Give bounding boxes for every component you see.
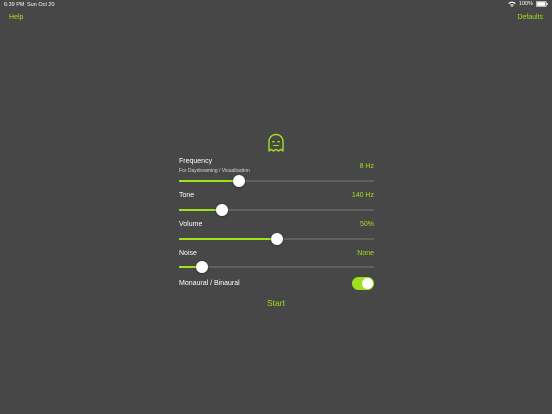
- tone-row: Tone 140 Hz: [179, 192, 374, 217]
- status-time: 6:39 PM: [4, 2, 25, 8]
- volume-row: Volume 50%: [179, 221, 374, 246]
- slider-thumb[interactable]: [196, 261, 209, 273]
- volume-value: 50%: [359, 221, 374, 228]
- status-date: Sun Oct 20: [27, 2, 55, 8]
- mode-row: Monaural / Binaural: [179, 277, 374, 291]
- help-button[interactable]: Help: [9, 14, 23, 21]
- tone-value: 140 Hz: [351, 192, 374, 199]
- frequency-sublabel: For Daydreaming / Visualisation: [179, 168, 250, 174]
- status-right: 100%: [508, 1, 548, 7]
- toggle-knob: [362, 278, 373, 289]
- battery-percent: 100%: [518, 1, 533, 7]
- slider-thumb[interactable]: [270, 233, 283, 245]
- volume-slider[interactable]: [179, 233, 374, 245]
- mode-label: Monaural / Binaural: [179, 280, 240, 287]
- noise-label: Noise: [179, 250, 197, 257]
- binaural-toggle[interactable]: [352, 277, 374, 290]
- start-button[interactable]: Start: [256, 298, 296, 308]
- status-bar: 6:39 PM Sun Oct 20 100%: [0, 0, 552, 10]
- battery-icon: [536, 1, 548, 7]
- frequency-row: Frequency For Daydreaming / Visualisatio…: [179, 158, 374, 188]
- noise-row: Noise None: [179, 250, 374, 275]
- frequency-label: Frequency: [179, 158, 213, 165]
- tone-label: Tone: [179, 192, 195, 199]
- slider-track: [179, 266, 374, 268]
- noise-value: None: [357, 250, 374, 257]
- noise-slider[interactable]: [179, 261, 374, 273]
- volume-label: Volume: [179, 221, 203, 228]
- slider-thumb[interactable]: [215, 204, 228, 216]
- tone-slider[interactable]: [179, 204, 374, 216]
- slider-fill: [179, 238, 277, 240]
- slider-fill: [179, 180, 240, 182]
- defaults-button[interactable]: Defaults: [517, 14, 543, 21]
- ghost-icon: [266, 133, 286, 153]
- frequency-value: 8 Hz: [359, 163, 374, 170]
- wifi-icon: [508, 1, 516, 7]
- frequency-slider[interactable]: [179, 175, 374, 187]
- slider-thumb[interactable]: [233, 175, 246, 187]
